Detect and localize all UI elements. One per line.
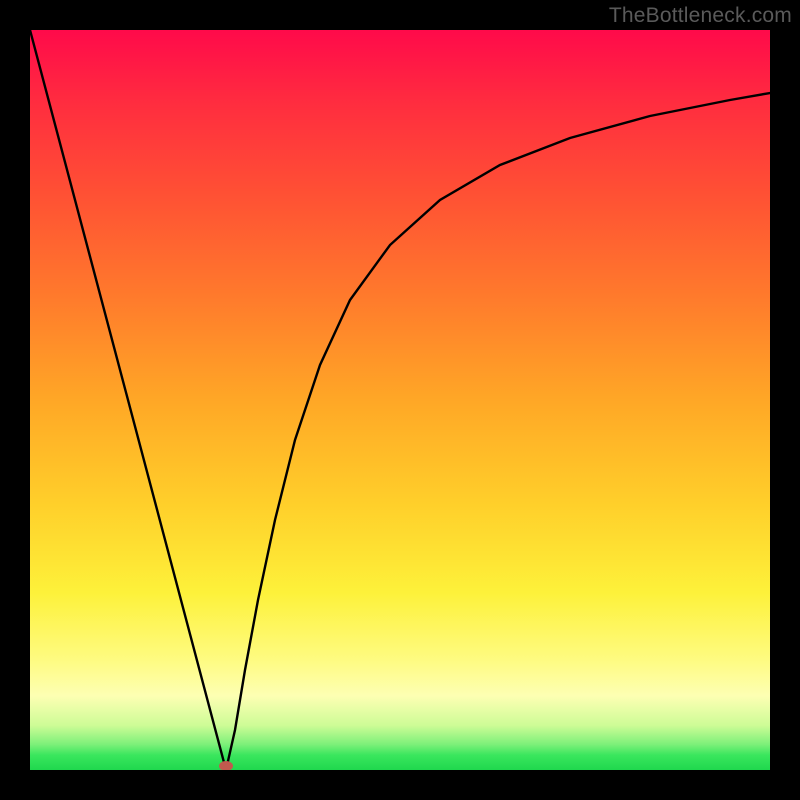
watermark-text: TheBottleneck.com xyxy=(609,4,792,28)
chart-frame: TheBottleneck.com xyxy=(0,0,800,800)
curve-left-slope xyxy=(30,30,226,770)
curve-right-arc xyxy=(226,93,770,770)
plot-area xyxy=(30,30,770,770)
bottleneck-curve xyxy=(30,30,770,770)
min-point-marker xyxy=(219,761,233,770)
